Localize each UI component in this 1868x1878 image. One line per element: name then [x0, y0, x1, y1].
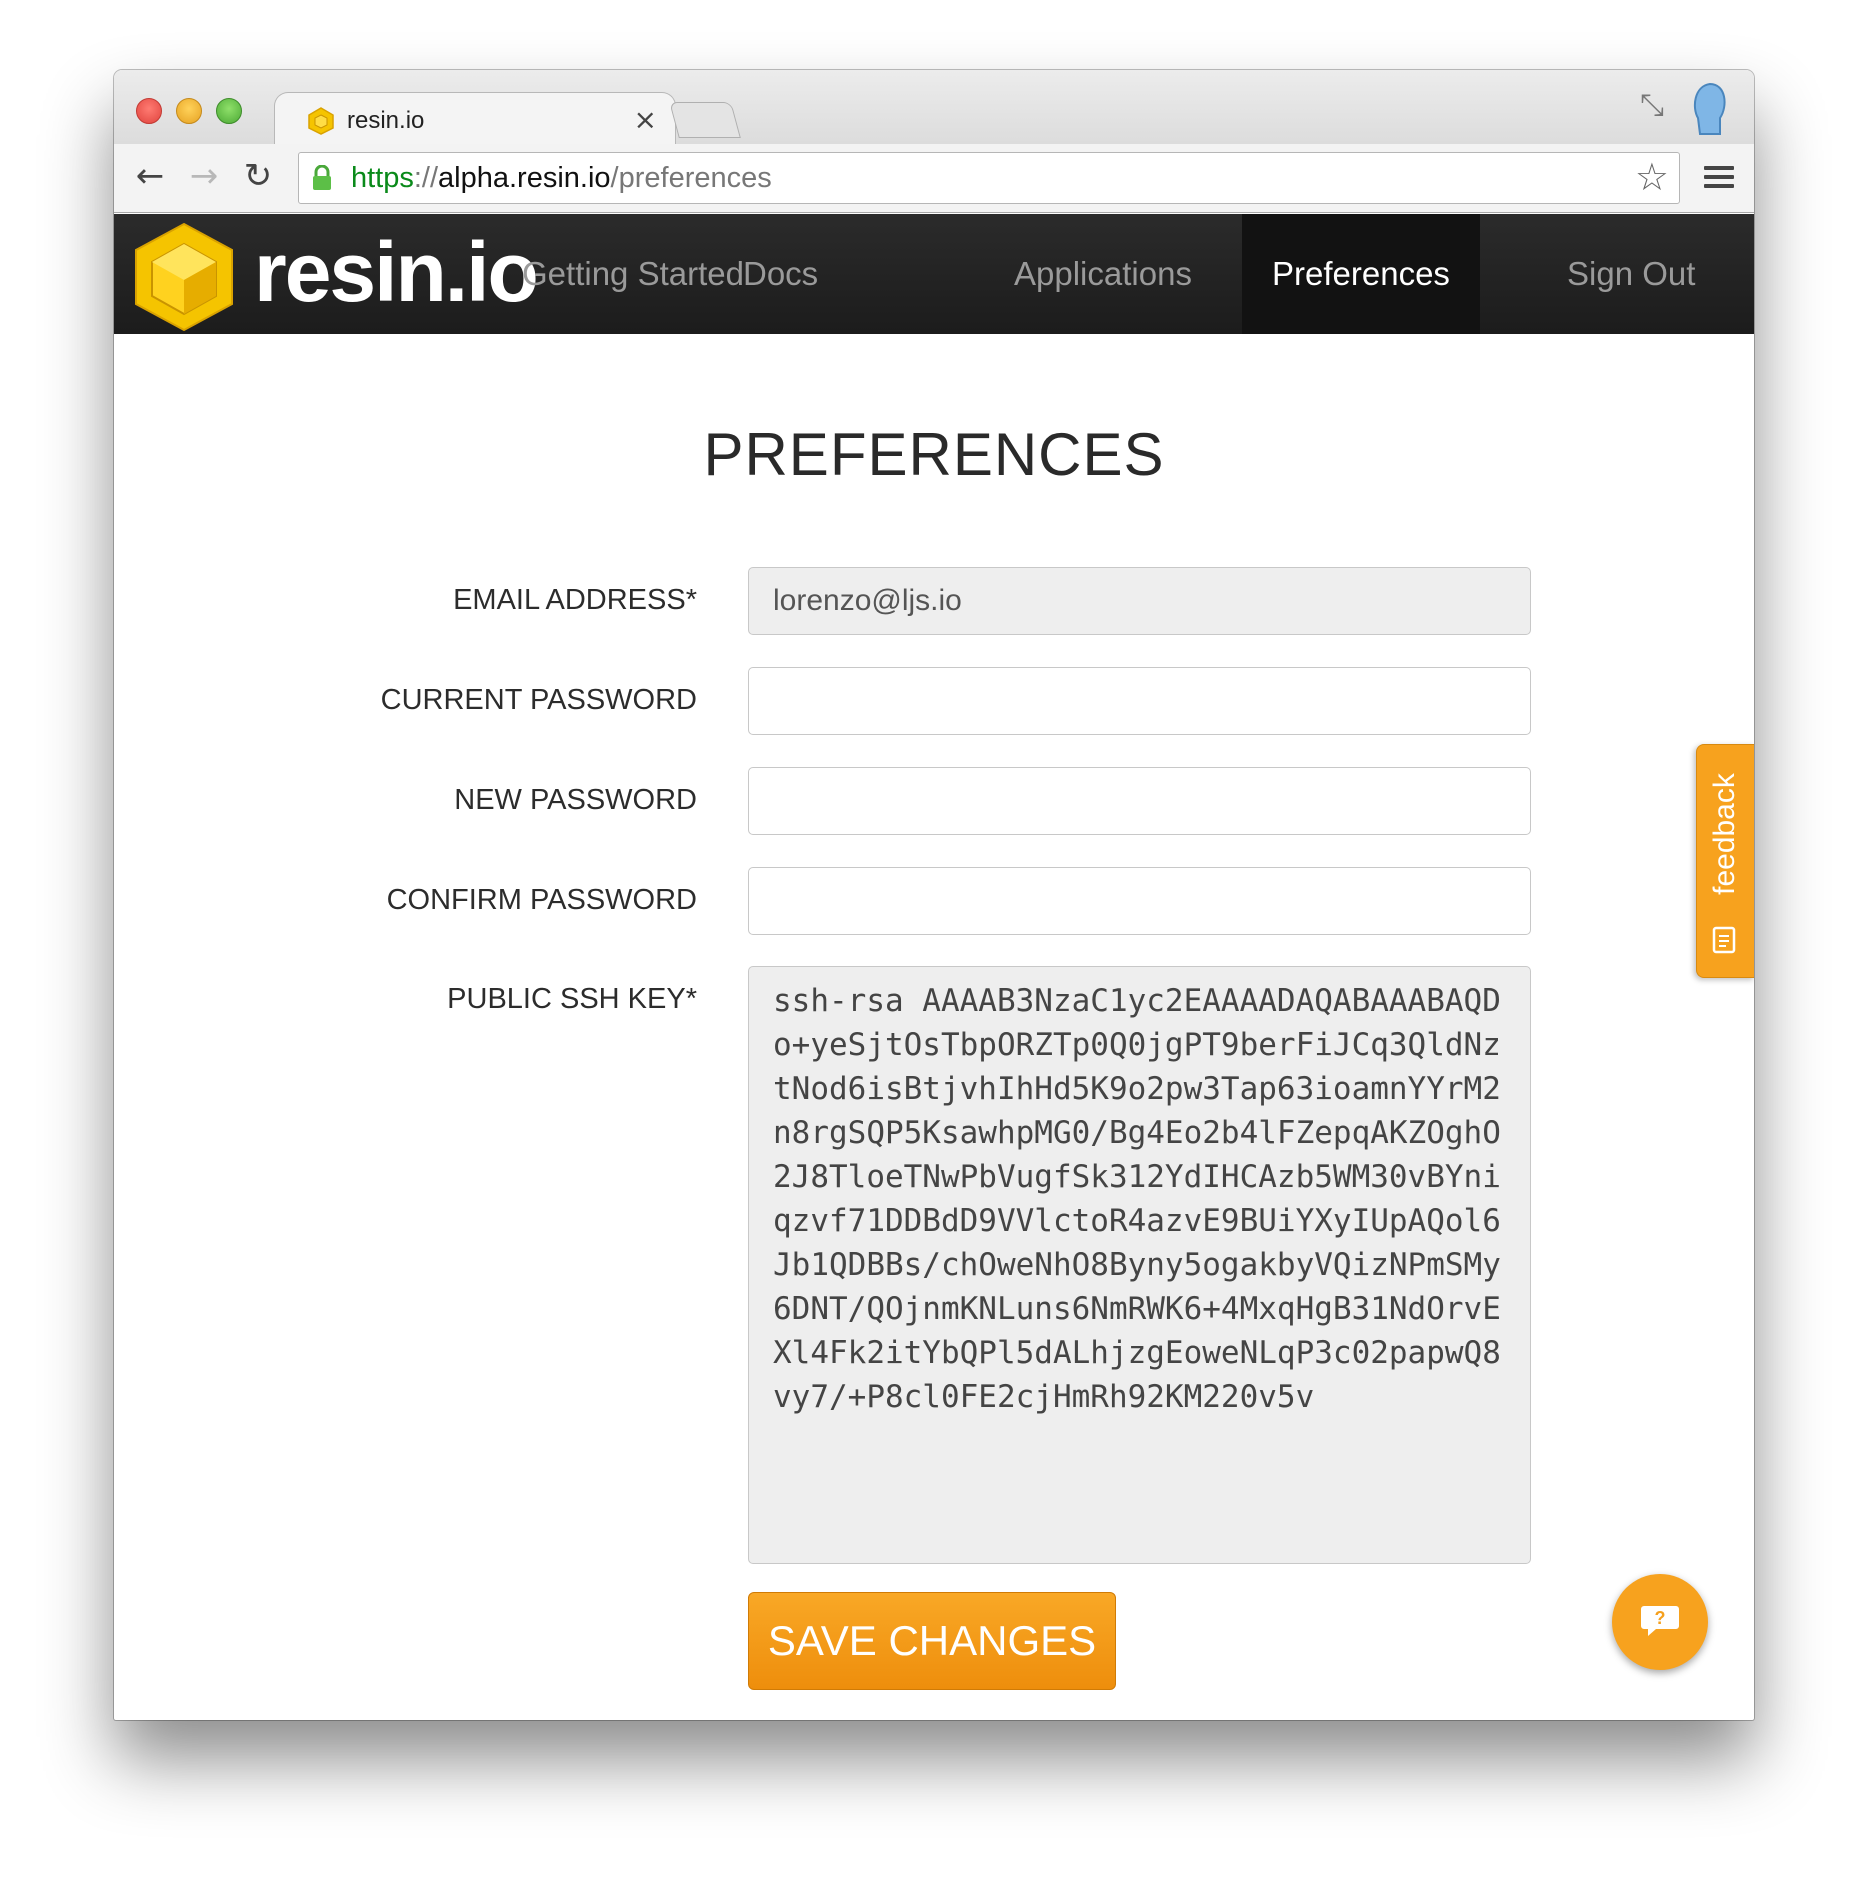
tab-strip: resin.io × ⤡: [114, 70, 1754, 147]
address-bar[interactable]: https://alpha.resin.io/preferences ☆: [298, 152, 1680, 204]
new-tab-button[interactable]: [669, 102, 741, 138]
chat-bubble-icon: ?: [1641, 1606, 1679, 1636]
url-host: alpha.resin.io: [438, 162, 611, 194]
email-label: EMAIL ADDRESS*: [453, 584, 697, 616]
confirm-password-field[interactable]: [748, 867, 1531, 935]
url-scheme: https: [351, 162, 414, 194]
feedback-label: feedback: [1708, 773, 1741, 895]
back-arrow-icon[interactable]: ←: [130, 156, 170, 196]
confirm-password-label: CONFIRM PASSWORD: [386, 884, 697, 916]
browser-toolbar: ← → ↻ https://alpha.resin.io/preferences…: [114, 144, 1754, 213]
url-path: /preferences: [610, 162, 772, 194]
lock-icon: [313, 165, 331, 190]
reload-icon[interactable]: ↻: [238, 156, 278, 196]
current-password-field[interactable]: [748, 667, 1531, 735]
tab-title: resin.io: [347, 107, 425, 134]
ssh-key-textarea[interactable]: ssh-rsa AAAAB3NzaC1yc2EAAAADAQABAAABAQDo…: [748, 966, 1531, 1564]
save-changes-button[interactable]: SAVE CHANGES: [748, 1592, 1116, 1690]
bookmark-star-icon[interactable]: ☆: [1635, 155, 1669, 199]
resin-favicon-icon: [308, 107, 334, 135]
forward-arrow-icon[interactable]: →: [184, 156, 224, 196]
site-navbar: resin.io Getting Started Docs Applicatio…: [114, 214, 1754, 334]
profile-avatar-icon[interactable]: [1688, 78, 1732, 138]
url-text: https://alpha.resin.io/preferences: [351, 162, 772, 195]
nav-applications[interactable]: Applications: [984, 214, 1222, 334]
nav-docs[interactable]: Docs: [713, 214, 848, 334]
minimize-window-button[interactable]: [176, 98, 202, 124]
tab-close-icon[interactable]: ×: [634, 103, 657, 136]
url-separator: ://: [413, 162, 439, 194]
email-field[interactable]: [748, 567, 1531, 635]
close-window-button[interactable]: [136, 98, 162, 124]
help-chat-button[interactable]: ?: [1612, 1574, 1708, 1670]
new-password-label: NEW PASSWORD: [454, 784, 697, 816]
ssh-key-label: PUBLIC SSH KEY*: [447, 983, 697, 1015]
zoom-window-button[interactable]: [216, 98, 242, 124]
feedback-tab[interactable]: feedback: [1696, 744, 1754, 978]
browser-tab[interactable]: resin.io ×: [274, 92, 676, 147]
help-label: ?: [1655, 1608, 1666, 1628]
nav-sign-out[interactable]: Sign Out: [1537, 214, 1725, 334]
resin-logo-icon[interactable]: [132, 222, 236, 332]
page-title: PREFERENCES: [703, 421, 1165, 488]
new-password-field[interactable]: [748, 767, 1531, 835]
fullscreen-icon[interactable]: ⤡: [1640, 88, 1664, 123]
nav-preferences[interactable]: Preferences: [1242, 214, 1480, 334]
current-password-label: CURRENT PASSWORD: [380, 684, 697, 716]
browser-window: resin.io × ⤡ ← → ↻ https://alpha.resin.i…: [114, 70, 1754, 1720]
feedback-note-icon: [1712, 926, 1736, 954]
hamburger-menu-icon[interactable]: [1704, 166, 1734, 193]
